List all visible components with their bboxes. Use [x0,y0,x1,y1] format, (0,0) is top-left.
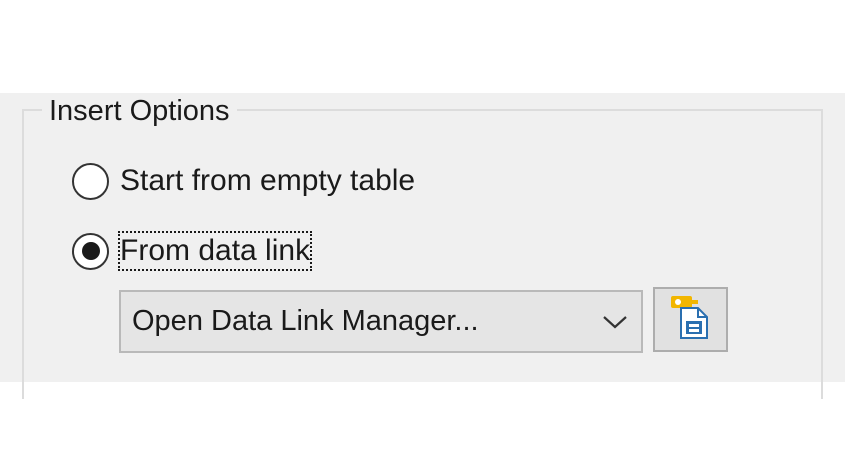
data-link-dropdown-value: Open Data Link Manager... [132,305,479,337]
start-from-empty-table-option[interactable]: Start from empty table [72,161,415,201]
radio-unchecked[interactable] [72,162,109,200]
chevron-down-icon[interactable] [589,292,641,351]
dialog-fragment: Insert Options Start from empty table Fr… [0,0,845,475]
group-title: Insert Options [42,93,237,129]
from-data-link-option[interactable]: From data link [72,231,313,271]
from-data-link-label[interactable]: From data link [117,231,313,271]
start-from-empty-table-label[interactable]: Start from empty table [120,163,415,199]
data-link-manager-icon [667,293,715,346]
data-link-dropdown[interactable]: Open Data Link Manager... [119,290,643,353]
radio-checked[interactable] [72,232,109,270]
data-link-manager-button[interactable] [653,287,728,352]
